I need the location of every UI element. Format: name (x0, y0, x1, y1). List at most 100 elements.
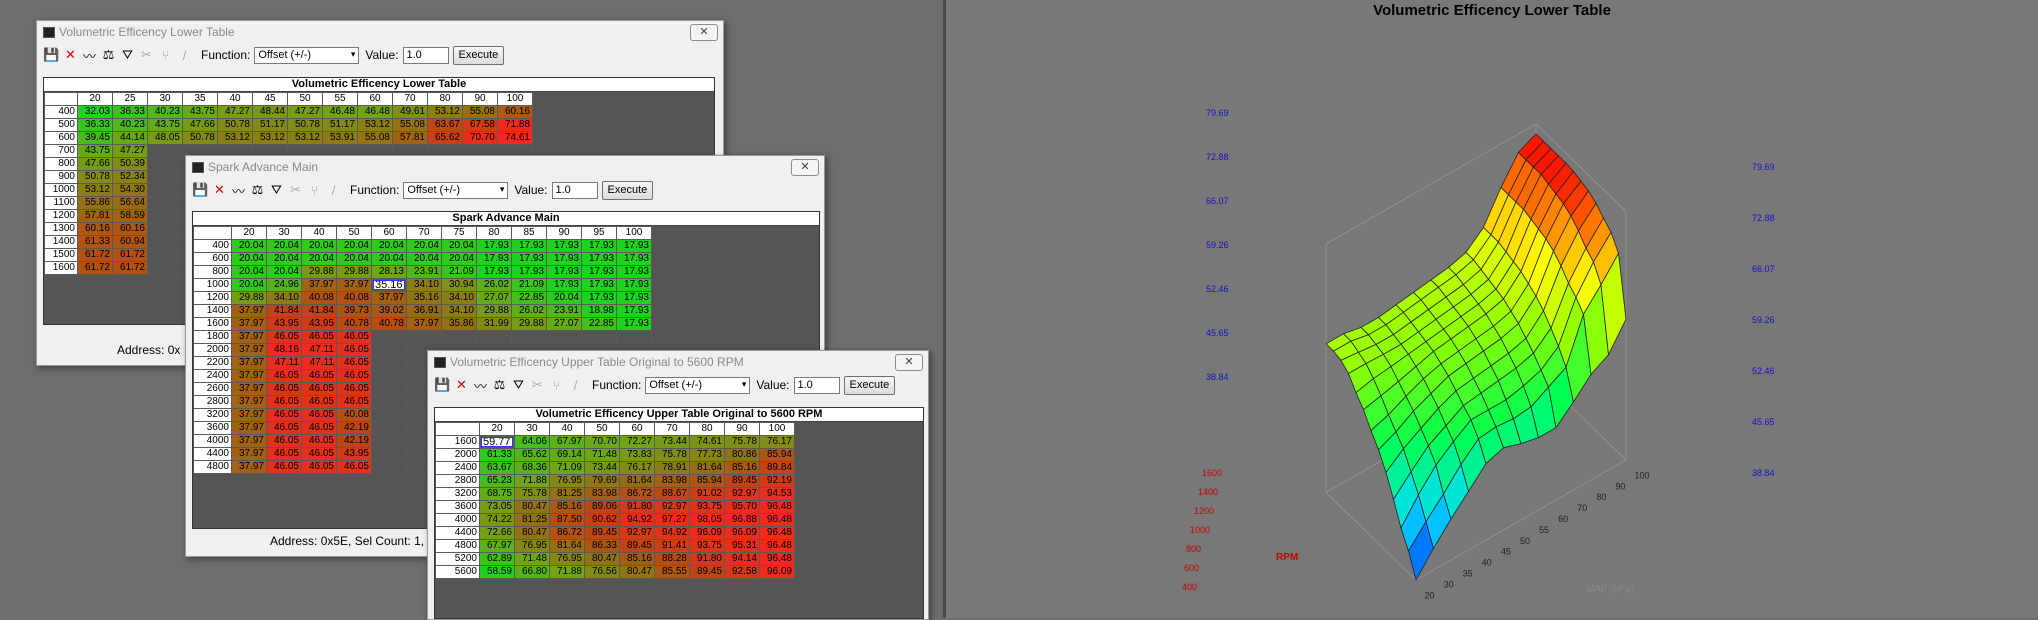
table-cell[interactable]: 85.16 (724, 461, 760, 475)
table-cell[interactable]: 47.11 (301, 356, 337, 370)
table-cell[interactable]: 61.33 (77, 235, 113, 249)
table-cell[interactable]: 76.95 (549, 552, 585, 566)
table-cell[interactable]: 47.11 (266, 356, 302, 370)
table-cell[interactable]: 67.58 (462, 118, 498, 132)
table-cell[interactable]: 42.19 (336, 421, 372, 435)
table-cell[interactable]: 47.66 (77, 157, 113, 171)
table-cell[interactable]: 17.93 (581, 278, 617, 292)
row-header[interactable]: 4400 (193, 447, 232, 461)
close-button[interactable]: ✕ (690, 23, 718, 41)
table-cell[interactable]: 95.70 (724, 500, 760, 514)
table-cell[interactable]: 17.93 (581, 252, 617, 266)
table-cell[interactable]: 76.56 (584, 565, 620, 579)
table-cell[interactable]: 71.48 (514, 552, 550, 566)
table-cell[interactable]: 43.95 (301, 317, 337, 331)
table-cell[interactable]: 46.05 (266, 369, 302, 383)
table-cell[interactable]: 66.80 (514, 565, 550, 579)
table-cell[interactable]: 50.78 (287, 118, 323, 132)
table-cell[interactable]: 96.48 (759, 513, 795, 527)
table-cell[interactable]: 37.97 (336, 278, 372, 292)
column-header[interactable]: 50 (336, 226, 372, 240)
table-cell[interactable]: 20.04 (441, 252, 477, 266)
table-cell[interactable]: 51.17 (322, 118, 358, 132)
table-cell[interactable]: 42.19 (336, 434, 372, 448)
table-cell[interactable]: 91.02 (689, 487, 725, 501)
table-cell[interactable] (147, 183, 183, 197)
table-cell[interactable]: 41.84 (301, 304, 337, 318)
table-cell[interactable] (147, 261, 183, 275)
column-header[interactable]: 50 (584, 422, 620, 436)
table-cell[interactable]: 81.64 (619, 474, 655, 488)
table-cell[interactable]: 37.97 (231, 460, 267, 474)
table-cell[interactable]: 96.09 (724, 526, 760, 540)
column-header[interactable]: 60 (619, 422, 655, 436)
table-cell[interactable]: 72.27 (619, 435, 655, 449)
table-cell[interactable]: 58.59 (112, 209, 148, 223)
table-cell[interactable]: 74.61 (497, 131, 533, 145)
table-cell[interactable]: 46.05 (266, 395, 302, 409)
table-cell[interactable]: 75.78 (654, 448, 690, 462)
table-row[interactable]: 1000 20.04 24.96 37.97 37.97 35.16 34.10 30.94 2… (193, 278, 652, 292)
table-row[interactable]: 500 36.33 40.23 43.75 47.66 50.78 51.17 50.78 51… (44, 118, 533, 132)
row-header[interactable]: 700 (44, 144, 78, 158)
table-row[interactable]: 400 32.03 36.33 40.23 43.75 47.27 48.44 47.27 46… (44, 105, 533, 119)
column-header[interactable]: 90 (462, 92, 498, 106)
table-cell[interactable]: 26.02 (511, 304, 547, 318)
table-cell[interactable]: 46.05 (336, 356, 372, 370)
table-cell[interactable]: 37.97 (231, 421, 267, 435)
table-row[interactable]: 600 20.04 20.04 20.04 20.04 20.04 20.04 20.04 17… (193, 252, 652, 266)
table-cell[interactable]: 93.75 (689, 500, 725, 514)
table-cell[interactable]: 17.93 (616, 278, 652, 292)
window-ve-upper[interactable]: Volumetric Efficency Upper Table Origina… (427, 350, 929, 620)
table-cell[interactable]: 37.97 (406, 317, 442, 331)
table-cell[interactable]: 92.58 (724, 565, 760, 579)
table-cell[interactable]: 61.33 (479, 448, 515, 462)
table-cell[interactable]: 78.91 (654, 461, 690, 475)
table-cell[interactable] (581, 330, 617, 344)
save-icon[interactable]: 💾 (192, 182, 209, 199)
table-cell[interactable]: 74.61 (689, 435, 725, 449)
column-header[interactable]: 70 (406, 226, 442, 240)
column-header[interactable]: 85 (511, 226, 547, 240)
table-cell[interactable]: 48.05 (147, 131, 183, 145)
table-cell[interactable]: 28.13 (371, 265, 407, 279)
table-cell[interactable]: 17.93 (511, 265, 547, 279)
table-cell[interactable]: 35.16 (372, 279, 406, 291)
row-header[interactable]: 1600 (44, 261, 78, 275)
table-cell[interactable]: 17.93 (581, 239, 617, 253)
table-cell[interactable]: 43.75 (147, 118, 183, 132)
table-cell[interactable] (441, 330, 477, 344)
table-cell[interactable] (147, 170, 183, 184)
table-cell[interactable]: 46.05 (336, 395, 372, 409)
save-icon[interactable]: 💾 (43, 47, 60, 64)
table-cell[interactable]: 17.93 (476, 252, 512, 266)
row-header[interactable]: 500 (44, 118, 78, 132)
table-cell[interactable]: 80.47 (514, 500, 550, 514)
table-cell[interactable]: 46.05 (301, 460, 337, 474)
value-input[interactable]: 1.0 (551, 181, 598, 199)
row-header[interactable]: 4400 (435, 526, 480, 540)
row-header[interactable]: 800 (193, 265, 232, 279)
row-header[interactable]: 4800 (435, 539, 480, 553)
row-header[interactable]: 1300 (44, 222, 78, 236)
table-cell[interactable]: 46.48 (322, 105, 358, 119)
table-cell[interactable]: 17.93 (511, 252, 547, 266)
table-cell[interactable]: 72.66 (479, 526, 515, 540)
table-cell[interactable]: 47.11 (301, 343, 337, 357)
table-row[interactable]: 1800 37.97 46.05 46.05 46.05 (193, 330, 652, 344)
table-cell[interactable]: 55.08 (392, 118, 428, 132)
table-cell[interactable]: 46.05 (301, 330, 337, 344)
table-cell[interactable]: 61.72 (112, 248, 148, 262)
table-cell[interactable] (371, 460, 407, 474)
table-cell[interactable]: 39.02 (371, 304, 407, 318)
table-cell[interactable]: 49.61 (392, 105, 428, 119)
table-cell[interactable]: 36.33 (112, 105, 148, 119)
row-header[interactable]: 2600 (193, 382, 232, 396)
column-header[interactable]: 80 (689, 422, 725, 436)
column-header[interactable]: 80 (476, 226, 512, 240)
table-cell[interactable]: 71.88 (497, 118, 533, 132)
table-cell[interactable]: 37.97 (231, 343, 267, 357)
table-cell[interactable]: 89.45 (619, 539, 655, 553)
table-row[interactable]: 4400 72.66 80.47 86.72 89.45 92.97 94.92 96.09 9… (435, 526, 795, 540)
table-cell[interactable] (371, 330, 407, 344)
